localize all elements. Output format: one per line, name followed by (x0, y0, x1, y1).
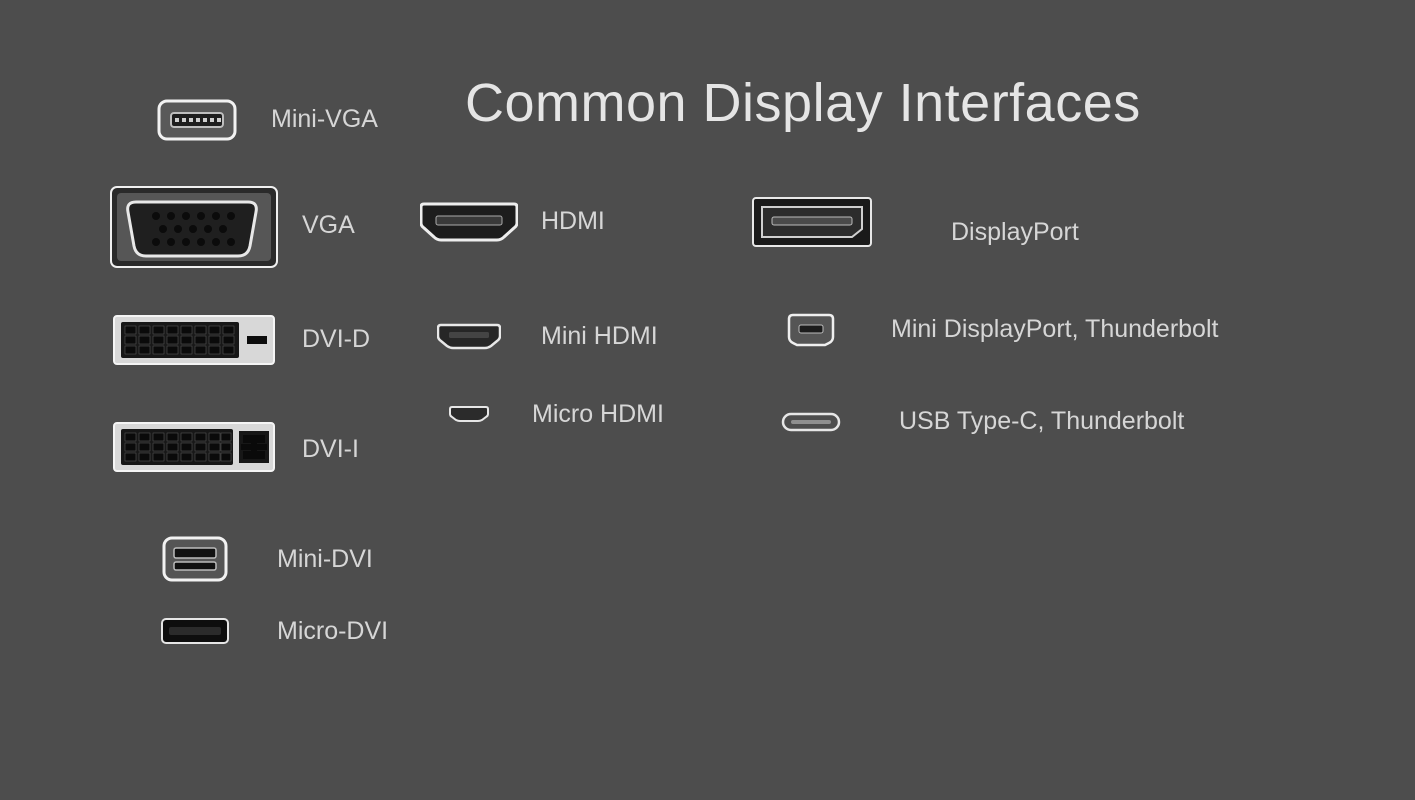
micro-hdmi-label: Micro HDMI (532, 400, 664, 429)
mini-hdmi-label: Mini HDMI (541, 322, 658, 351)
hdmi-label: HDMI (541, 207, 605, 236)
dvi-d-icon (113, 310, 275, 375)
mini-dvi-icon (162, 534, 228, 589)
dvi-d-label: DVI-D (302, 325, 370, 354)
mini-vga-icon (157, 95, 237, 150)
mini-dvi-label: Mini-DVI (277, 545, 373, 574)
diagram-canvas: Common Display Interfaces Mini-VGA VGA (0, 0, 1415, 800)
mini-displayport-label: Mini DisplayPort, Thunderbolt (891, 315, 1218, 344)
mini-vga-label: Mini-VGA (271, 105, 378, 134)
mini-hdmi-icon (437, 321, 501, 356)
vga-icon (110, 186, 278, 273)
usb-c-icon (781, 412, 841, 437)
micro-dvi-icon (161, 618, 229, 649)
displayport-label: DisplayPort (951, 218, 1079, 247)
vga-label: VGA (302, 211, 355, 240)
displayport-icon (752, 197, 872, 252)
mini-displayport-icon (787, 311, 835, 354)
dvi-i-label: DVI-I (302, 435, 359, 464)
hdmi-icon (420, 198, 518, 249)
page-title: Common Display Interfaces (465, 72, 1141, 134)
usb-c-label: USB Type-C, Thunderbolt (899, 407, 1184, 436)
dvi-i-icon (113, 417, 275, 482)
micro-dvi-label: Micro-DVI (277, 617, 388, 646)
micro-hdmi-icon (449, 404, 489, 429)
